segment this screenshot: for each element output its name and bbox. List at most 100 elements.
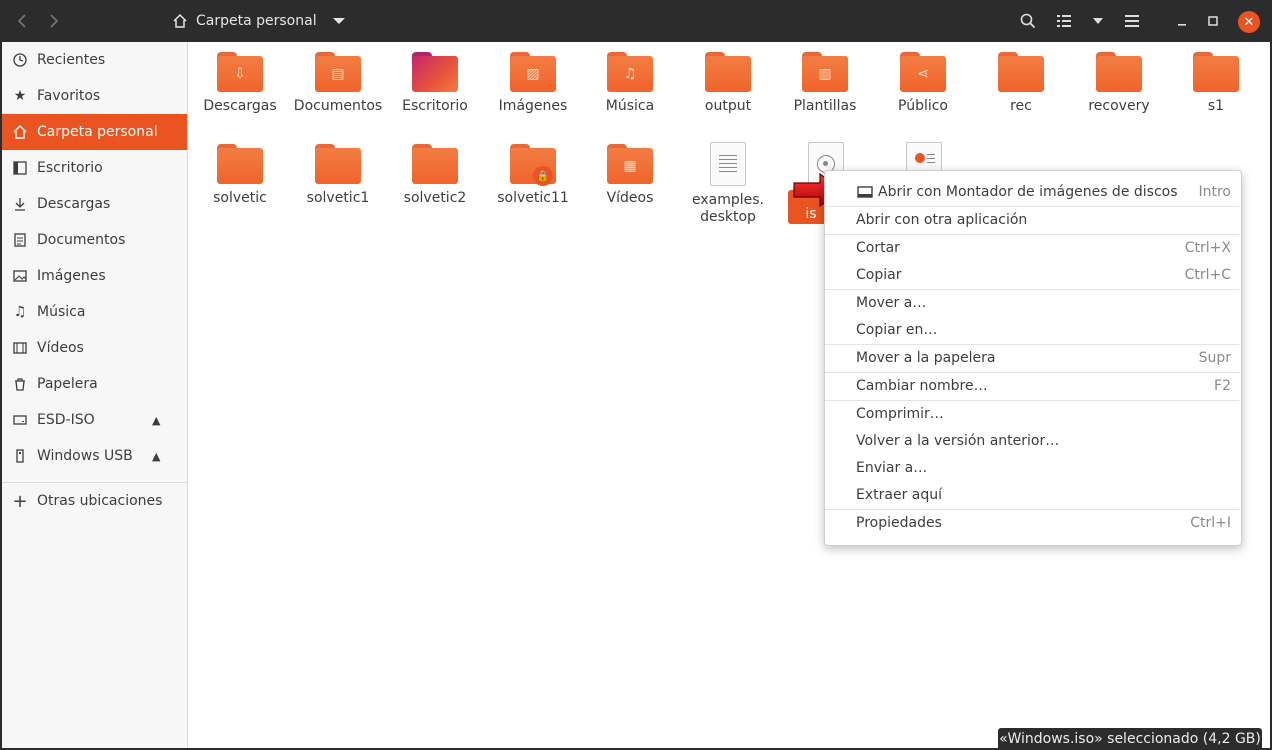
file-name: solvetic [213, 190, 267, 206]
file-name: Vídeos [606, 190, 654, 206]
folder-desktop-icon [412, 52, 458, 92]
back-button[interactable] [10, 0, 34, 42]
trash-icon [12, 376, 28, 392]
view-options-button[interactable] [1086, 0, 1110, 42]
file-item[interactable]: ▨ Imágenes [485, 52, 581, 115]
usb-icon [12, 448, 28, 464]
sidebar-item-label: Música [37, 304, 86, 320]
disk-mounter-icon [857, 186, 873, 198]
file-item[interactable]: ▤ Documentos [290, 52, 386, 115]
text-file-icon [710, 142, 746, 186]
menu-item-label: Extraer aquí [856, 487, 943, 503]
sidebar-item-carpeta-personal[interactable]: Carpeta personal [2, 114, 187, 150]
forward-button[interactable] [42, 0, 66, 42]
sidebar-item-esd-iso[interactable]: ESD-ISO ▲ [2, 402, 187, 438]
menu-item-label: Mover a la papelera [856, 350, 996, 366]
menu-item-label: Abrir con otra aplicación [856, 212, 1028, 228]
menu-button[interactable] [1120, 0, 1144, 42]
menu-item-label: Comprimir… [856, 406, 944, 422]
sidebar-item-label: Vídeos [37, 340, 84, 356]
file-item[interactable]: output [680, 52, 776, 115]
close-button[interactable]: ✕ [1238, 11, 1260, 33]
desktop-icon [12, 160, 28, 176]
menu-item-rename[interactable]: Cambiar nombre… F2 [825, 373, 1241, 399]
menu-item-label: Copiar en… [856, 322, 938, 338]
clock-icon [12, 52, 28, 68]
sidebar-item-label: Descargas [37, 196, 111, 212]
menu-item-label: Propiedades [856, 515, 942, 531]
search-button[interactable] [1016, 0, 1040, 42]
menu-item-open-with-disk-mounter[interactable]: Abrir con Montador de imágenes de discos… [825, 179, 1241, 205]
sidebar-item-videos[interactable]: Vídeos [2, 330, 187, 366]
sidebar-item-papelera[interactable]: Papelera [2, 366, 187, 402]
file-item[interactable]: rec [973, 52, 1069, 115]
sidebar-item-documentos[interactable]: Documentos [2, 222, 187, 258]
sidebar-item-favoritos[interactable]: ★ Favoritos [2, 78, 187, 114]
eject-icon[interactable]: ▲ [152, 414, 160, 427]
file-item[interactable]: ⇩ Descargas [192, 52, 288, 115]
menu-item-cut[interactable]: Cortar Ctrl+X [825, 235, 1241, 261]
menu-item-accel: Ctrl+X [1184, 240, 1231, 256]
file-item[interactable]: solvetic2 [387, 144, 483, 207]
sidebar-item-label: Favoritos [37, 88, 101, 104]
menu-item-extract-here[interactable]: Extraer aquí [825, 482, 1241, 508]
sidebar-item-label: Documentos [37, 232, 126, 248]
menu-item-open-with-other[interactable]: Abrir con otra aplicación [825, 207, 1241, 233]
sidebar-item-descargas[interactable]: Descargas [2, 186, 187, 222]
menu-item-copy[interactable]: Copiar Ctrl+C [825, 262, 1241, 288]
menu-item-label: Mover a… [856, 295, 927, 311]
maximize-icon [1208, 16, 1218, 26]
menu-item-revert-version[interactable]: Volver a la versión anterior… [825, 428, 1241, 454]
file-name: Público [898, 98, 948, 114]
sidebar-item-otras-ubicaciones[interactable]: + Otras ubicaciones [2, 483, 187, 519]
menu-item-move-to-trash[interactable]: Mover a la papelera Supr [825, 345, 1241, 371]
sidebar: Recientes ★ Favoritos Carpeta personal E… [2, 42, 188, 748]
download-icon [12, 196, 28, 212]
location-button[interactable]: Carpeta personal [172, 0, 349, 42]
file-item[interactable]: ⋖ Público [875, 52, 971, 115]
list-view-icon [1057, 15, 1071, 27]
status-bar: «Windows.iso» seleccionado (4,2 GB) [998, 728, 1262, 750]
sidebar-item-recientes[interactable]: Recientes [2, 42, 187, 78]
file-item[interactable]: examples. desktop [680, 142, 776, 226]
file-item[interactable]: recovery [1071, 52, 1167, 115]
menu-item-copy-to[interactable]: Copiar en… [825, 317, 1241, 343]
file-item[interactable]: 🔒 solvetic11 [485, 144, 581, 207]
folder-locked-icon: 🔒 [510, 144, 556, 186]
menu-item-compress[interactable]: Comprimir… [825, 401, 1241, 427]
file-name: Música [605, 98, 655, 114]
file-item[interactable]: solvetic1 [290, 144, 386, 207]
sidebar-item-windows-usb[interactable]: Windows USB ▲ [2, 438, 187, 474]
sidebar-item-musica[interactable]: ♫ Música [2, 294, 187, 330]
eject-icon[interactable]: ▲ [152, 450, 160, 463]
folder-download-icon: ⇩ [217, 52, 263, 92]
file-name: examples. desktop [691, 192, 764, 225]
sidebar-item-imagenes[interactable]: Imágenes [2, 258, 187, 294]
chevron-down-icon [1093, 18, 1103, 24]
file-item[interactable]: ▥ Plantillas [777, 52, 873, 115]
hamburger-icon [1125, 15, 1139, 27]
sidebar-item-label: Windows USB [37, 448, 133, 464]
sidebar-item-escritorio[interactable]: Escritorio [2, 150, 187, 186]
file-name: solvetic2 [403, 190, 467, 206]
menu-item-label: Abrir con Montador de imágenes de discos [878, 184, 1178, 200]
menu-item-send-to[interactable]: Enviar a… [825, 455, 1241, 481]
chevron-left-icon [17, 14, 26, 28]
file-item[interactable]: Escritorio [387, 52, 483, 115]
folder-music-icon: ♫ [607, 52, 653, 92]
star-icon: ★ [13, 88, 27, 104]
search-icon [1020, 13, 1036, 29]
context-menu: Abrir con Montador de imágenes de discos… [824, 170, 1242, 546]
minimize-button[interactable] [1170, 0, 1194, 42]
view-list-button[interactable] [1052, 0, 1076, 42]
file-name: Descargas [203, 98, 277, 114]
file-name: solvetic1 [306, 190, 370, 206]
file-item[interactable]: solvetic [192, 144, 288, 207]
menu-item-properties[interactable]: Propiedades Ctrl+I [825, 510, 1241, 536]
file-item[interactable]: ▦ Vídeos [582, 144, 678, 207]
menu-item-move-to[interactable]: Mover a… [825, 290, 1241, 316]
file-item[interactable]: s1 [1168, 52, 1264, 115]
file-item[interactable]: ♫ Música [582, 52, 678, 115]
chevron-right-icon [50, 14, 59, 28]
maximize-button[interactable] [1201, 0, 1225, 42]
